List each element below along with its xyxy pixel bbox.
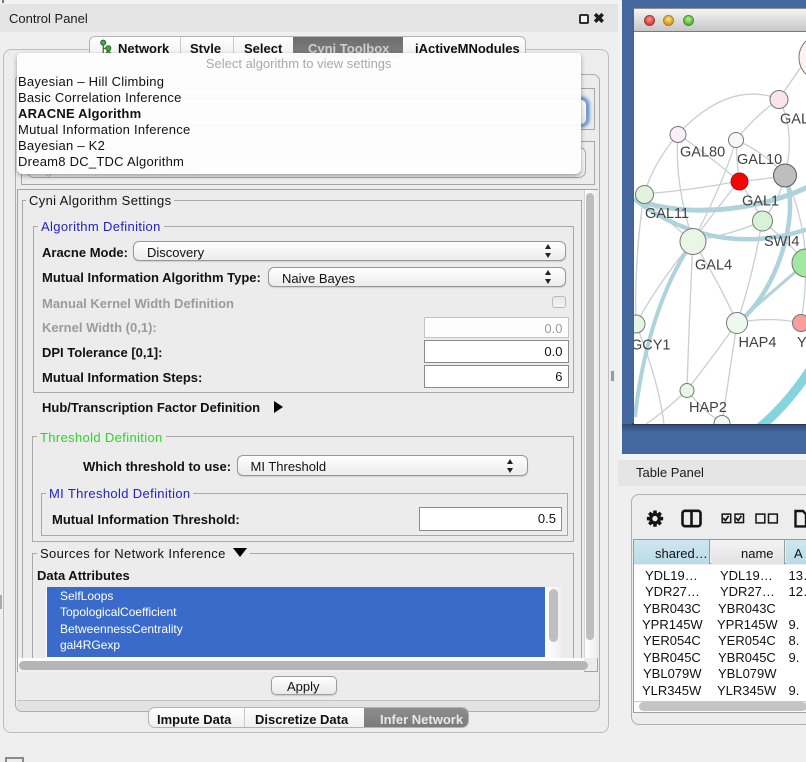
svg-text:GAL10: GAL10 (737, 152, 782, 168)
svg-text:HAP4: HAP4 (738, 335, 776, 351)
svg-text:GAL11: GAL11 (645, 206, 689, 222)
svg-text:Y: Y (797, 335, 806, 351)
svg-text:GAL: GAL (780, 112, 806, 128)
svg-text:SWI4: SWI4 (764, 234, 799, 250)
svg-text:GAL80: GAL80 (680, 145, 725, 161)
svg-text:GAL4: GAL4 (695, 258, 732, 274)
svg-text:HAP2: HAP2 (689, 400, 727, 416)
svg-text:GAL1: GAL1 (742, 194, 779, 210)
svg-text:GCY1: GCY1 (634, 338, 671, 354)
